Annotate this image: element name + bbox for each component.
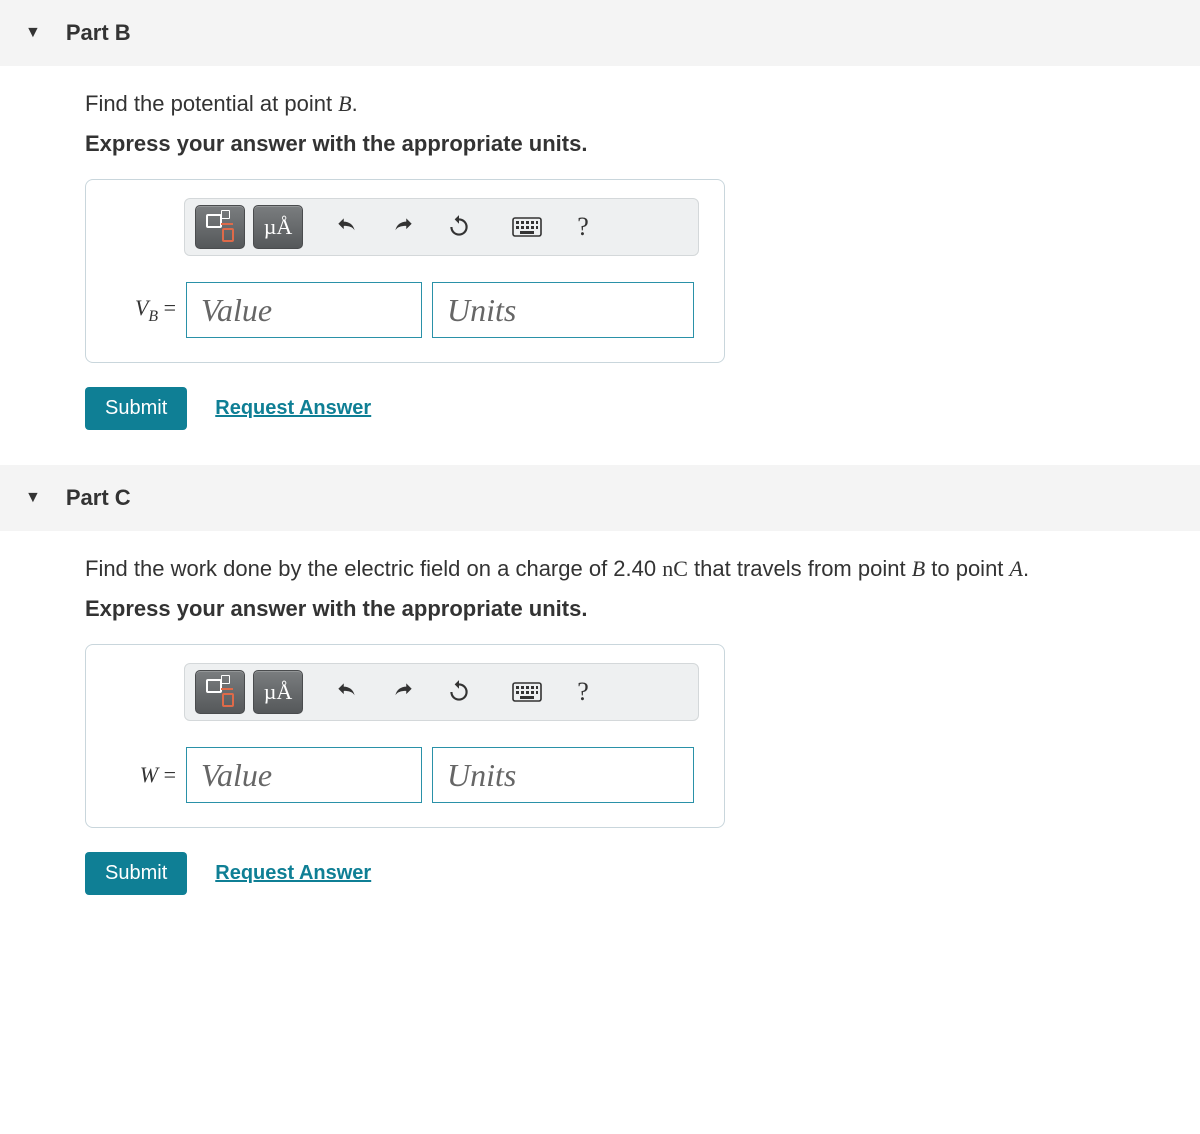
part-c-prompt: Find the work done by the electric field… — [85, 556, 1200, 582]
part-b-toolbar: µÅ ? — [184, 198, 699, 256]
prompt-p3: to point — [925, 556, 1009, 581]
keyboard-button[interactable] — [503, 206, 551, 248]
part-c-actions: Submit Request Answer — [85, 852, 1200, 895]
lhs-var: V — [135, 295, 148, 320]
undo-icon — [334, 679, 360, 705]
prompt-text: Find the potential at point — [85, 91, 338, 116]
units-placeholder: Units — [447, 757, 516, 794]
value-placeholder: Value — [201, 292, 272, 329]
redo-button[interactable] — [379, 206, 427, 248]
part-b-inputs: VB = Value Units — [104, 282, 706, 338]
part-c-header[interactable]: ▼ Part C — [0, 465, 1200, 531]
lhs-var: W — [140, 762, 158, 787]
part-c-inputs: W = Value Units — [104, 747, 706, 803]
redo-icon — [390, 679, 416, 705]
templates-button[interactable] — [195, 205, 245, 249]
value-input[interactable]: Value — [186, 282, 422, 338]
prompt-p4: . — [1023, 556, 1029, 581]
question-mark-icon: ? — [577, 677, 589, 707]
part-b-body: Find the potential at point B. Express y… — [0, 66, 1200, 465]
part-c-answer-card: µÅ ? — [85, 644, 725, 828]
keyboard-button[interactable] — [503, 671, 551, 713]
prompt-var-A: A — [1010, 556, 1023, 581]
redo-icon — [390, 214, 416, 240]
part-b-title: Part B — [66, 20, 131, 46]
undo-button[interactable] — [323, 206, 371, 248]
lhs-sub: B — [148, 308, 158, 325]
units-symbols-button[interactable]: µÅ — [253, 670, 303, 714]
units-placeholder: Units — [447, 292, 516, 329]
units-input[interactable]: Units — [432, 747, 694, 803]
prompt-suffix: . — [352, 91, 358, 116]
prompt-p2: that travels from point — [688, 556, 912, 581]
reset-button[interactable] — [435, 206, 483, 248]
reset-icon — [446, 214, 472, 240]
lhs-eq: = — [158, 295, 176, 320]
keyboard-icon — [512, 682, 542, 702]
request-answer-link[interactable]: Request Answer — [215, 397, 371, 420]
part-c-body: Find the work done by the electric field… — [0, 531, 1200, 930]
redo-button[interactable] — [379, 671, 427, 713]
prompt-var-B: B — [912, 556, 925, 581]
prompt-p1: Find the work done by the electric field… — [85, 556, 662, 581]
value-placeholder: Value — [201, 757, 272, 794]
fraction-icon — [206, 214, 234, 240]
keyboard-icon — [512, 217, 542, 237]
templates-button[interactable] — [195, 670, 245, 714]
value-input[interactable]: Value — [186, 747, 422, 803]
units-symbols-button[interactable]: µÅ — [253, 205, 303, 249]
part-c-title: Part C — [66, 485, 131, 511]
units-input[interactable]: Units — [432, 282, 694, 338]
submit-button[interactable]: Submit — [85, 852, 187, 895]
undo-button[interactable] — [323, 671, 371, 713]
request-answer-link[interactable]: Request Answer — [215, 862, 371, 885]
fraction-icon — [206, 679, 234, 705]
help-button[interactable]: ? — [559, 671, 607, 713]
submit-button[interactable]: Submit — [85, 387, 187, 430]
part-b-answer-card: µÅ ? — [85, 179, 725, 363]
part-b-actions: Submit Request Answer — [85, 387, 1200, 430]
help-button[interactable]: ? — [559, 206, 607, 248]
mu-angstrom-icon: µÅ — [264, 679, 293, 705]
part-b-prompt: Find the potential at point B. — [85, 91, 1200, 117]
part-b-lhs: VB = — [104, 295, 176, 325]
part-b-header[interactable]: ▼ Part B — [0, 0, 1200, 66]
mu-angstrom-icon: µÅ — [264, 214, 293, 240]
lhs-eq: = — [158, 762, 176, 787]
part-c-instruction: Express your answer with the appropriate… — [85, 596, 1200, 622]
caret-down-icon: ▼ — [25, 24, 41, 42]
prompt-var-B: B — [338, 91, 351, 116]
reset-icon — [446, 679, 472, 705]
part-b-instruction: Express your answer with the appropriate… — [85, 131, 1200, 157]
caret-down-icon: ▼ — [25, 489, 41, 507]
reset-button[interactable] — [435, 671, 483, 713]
part-c-lhs: W = — [104, 762, 176, 788]
part-c-toolbar: µÅ ? — [184, 663, 699, 721]
question-mark-icon: ? — [577, 212, 589, 242]
prompt-unit: nC — [662, 556, 688, 581]
undo-icon — [334, 214, 360, 240]
